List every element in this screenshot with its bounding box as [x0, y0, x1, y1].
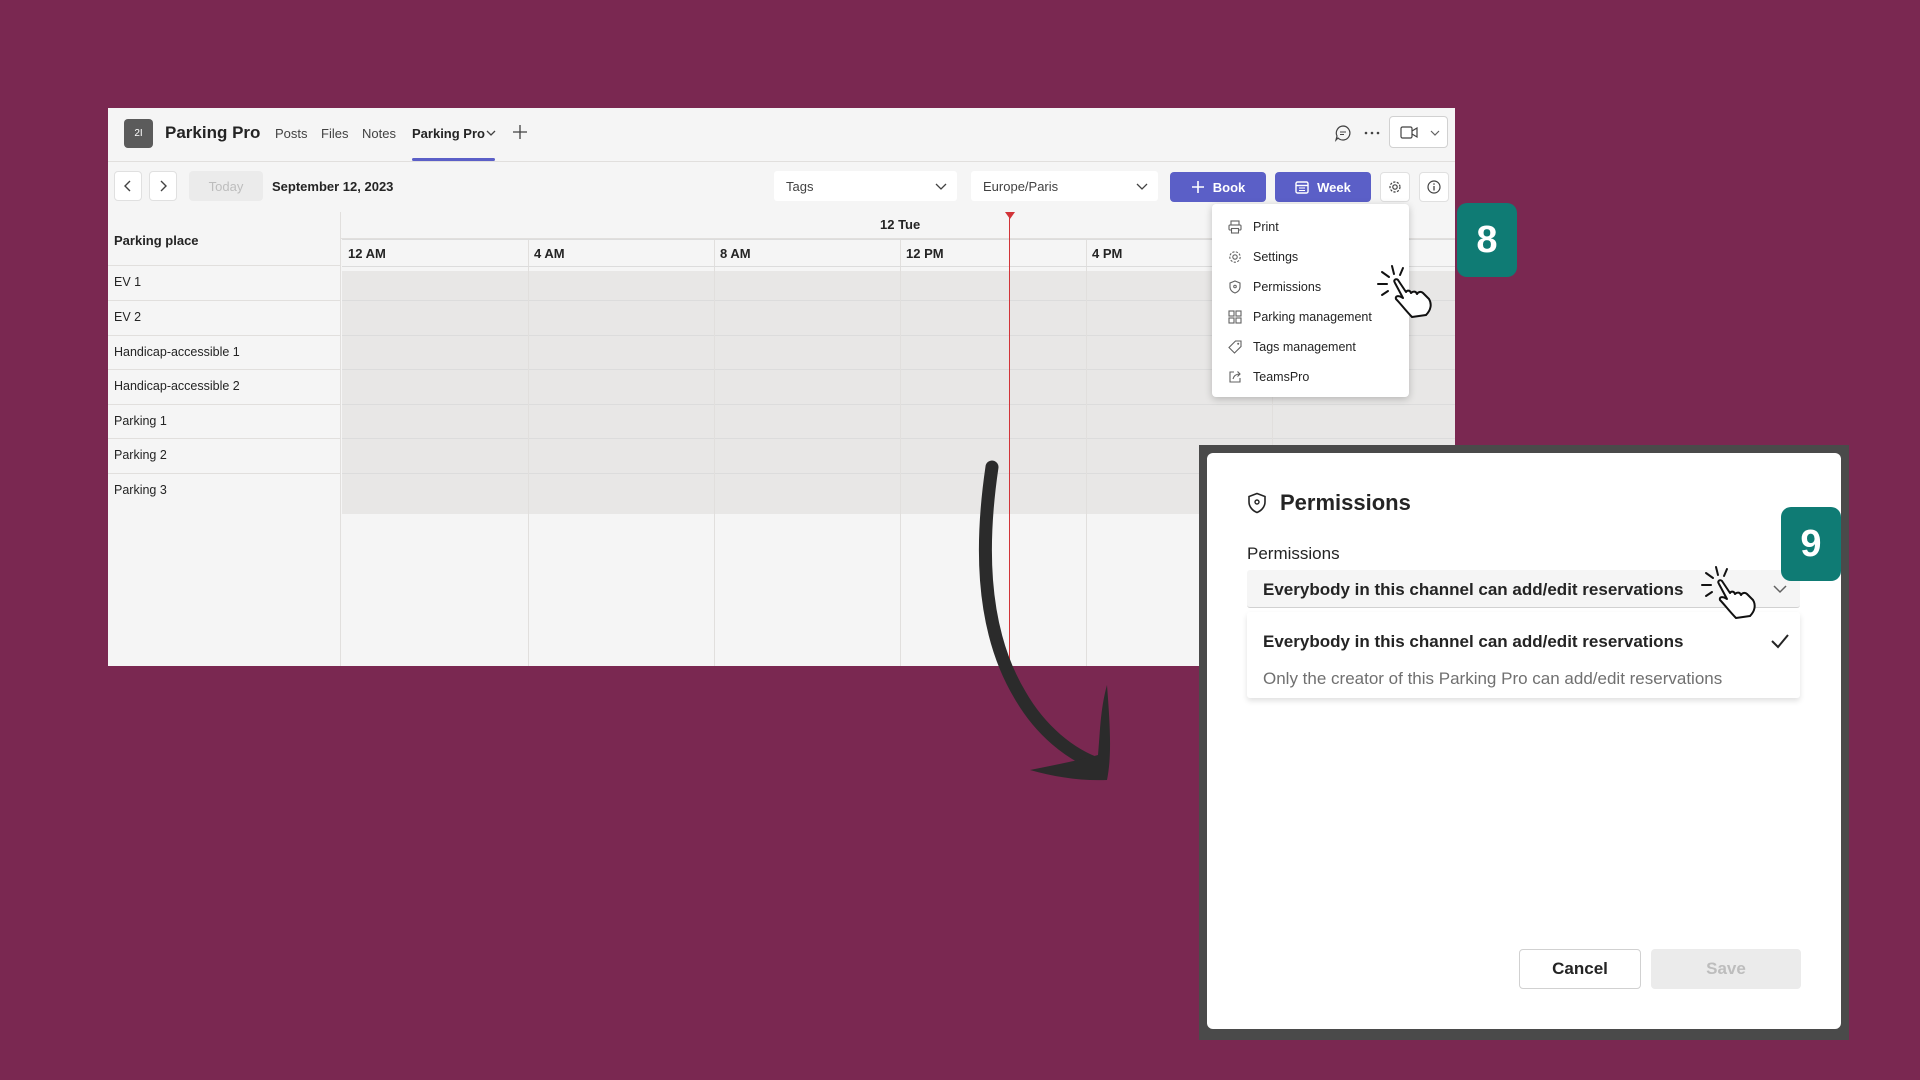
grid-icon	[1228, 310, 1242, 324]
cancel-button[interactable]: Cancel	[1519, 949, 1641, 989]
permissions-select-value: Everybody in this channel can add/edit r…	[1263, 580, 1684, 599]
menu-item-label: TeamsPro	[1253, 370, 1310, 384]
tab-parking-pro[interactable]: Parking Pro	[412, 126, 485, 141]
gear-icon	[1229, 251, 1241, 263]
row-label: EV 2	[114, 310, 142, 324]
step-badge-9: 9	[1781, 507, 1841, 581]
step-badge-8: 8	[1457, 203, 1517, 277]
permission-option-everybody[interactable]: Everybody in this channel can add/edit r…	[1263, 632, 1683, 652]
hour-label: 4 PM	[1092, 246, 1123, 261]
curved-arrow-icon	[978, 460, 1111, 781]
save-button[interactable]: Save	[1651, 949, 1801, 989]
active-tab-indicator	[412, 158, 495, 161]
add-tab-icon[interactable]	[510, 122, 530, 142]
menu-item-label: Tags management	[1253, 340, 1356, 354]
permission-option-creator-only[interactable]: Only the creator of this Parking Pro can…	[1263, 669, 1722, 689]
row-label: Parking 1	[114, 414, 167, 428]
info-button[interactable]	[1419, 172, 1449, 202]
row-label: EV 1	[114, 275, 142, 289]
row-divider	[108, 473, 341, 474]
hour-divider	[714, 239, 715, 666]
checkmark-icon	[1771, 634, 1789, 649]
next-button[interactable]	[149, 171, 177, 201]
row-divider	[108, 438, 341, 439]
settings-button[interactable]	[1380, 172, 1410, 202]
week-view-label: Week	[1317, 179, 1351, 195]
shield-icon	[1248, 492, 1266, 514]
current-date-label: September 12, 2023	[272, 179, 394, 194]
hour-label: 8 AM	[720, 246, 751, 261]
row-label: Handicap-accessible 1	[114, 345, 240, 359]
hour-label: 12 PM	[906, 246, 944, 261]
row-divider	[108, 300, 341, 301]
chevron-left-icon	[124, 180, 131, 192]
menu-item-teamspro[interactable]: TeamsPro	[1212, 362, 1409, 392]
row-label: Parking 3	[114, 483, 167, 497]
chevron-down-icon	[1136, 183, 1148, 190]
row-divider	[108, 369, 341, 370]
grid-row-line	[342, 404, 1455, 405]
hour-divider	[528, 239, 529, 666]
chevron-right-icon	[160, 180, 167, 192]
grid-row-line	[342, 438, 1455, 439]
hour-label: 12 AM	[348, 246, 386, 261]
teams-tab-bar	[108, 108, 1455, 162]
shield-icon	[1229, 280, 1241, 294]
today-button[interactable]: Today	[189, 171, 263, 201]
more-options-icon[interactable]	[1361, 122, 1383, 144]
row-label: Handicap-accessible 2	[114, 379, 240, 393]
hour-divider	[900, 239, 901, 666]
parking-place-header: Parking place	[108, 212, 341, 266]
plus-icon	[1191, 181, 1204, 193]
previous-button[interactable]	[114, 171, 142, 201]
menu-item-print[interactable]: Print	[1212, 212, 1409, 242]
tags-select[interactable]: Tags	[774, 171, 957, 201]
current-time-marker	[1005, 212, 1015, 219]
printer-icon	[1228, 220, 1242, 234]
click-hand-cursor-icon	[1377, 265, 1432, 318]
week-view-button[interactable]: Week	[1275, 172, 1371, 202]
tags-select-placeholder: Tags	[786, 178, 814, 194]
tab-notes[interactable]: Notes	[362, 126, 396, 141]
menu-item-tags-management[interactable]: Tags management	[1212, 332, 1409, 362]
video-camera-icon	[1400, 126, 1418, 139]
tab-posts[interactable]: Posts	[275, 126, 308, 141]
menu-item-label: Permissions	[1253, 280, 1322, 294]
chevron-down-icon[interactable]	[1430, 129, 1440, 137]
tab-files[interactable]: Files	[321, 126, 348, 141]
permissions-field-label: Permissions	[1247, 544, 1340, 563]
chevron-down-icon[interactable]	[486, 128, 496, 138]
click-hand-cursor-icon	[1701, 566, 1756, 619]
book-button[interactable]: Book	[1170, 172, 1266, 202]
team-avatar[interactable]: 2I	[124, 119, 153, 148]
row-divider	[108, 335, 341, 336]
permissions-dialog: Permissions Permissions Everybody in thi…	[1207, 453, 1841, 1029]
parking-place-column: Parking place	[108, 212, 341, 666]
share-icon	[1229, 371, 1241, 383]
row-label: Parking 2	[114, 448, 167, 462]
row-divider	[108, 404, 341, 405]
timezone-select-value: Europe/Paris	[983, 178, 1059, 194]
meet-now-button[interactable]	[1389, 116, 1448, 148]
tag-icon	[1228, 340, 1242, 354]
menu-item-label: Parking management	[1253, 310, 1372, 324]
chevron-down-icon	[935, 183, 947, 190]
timezone-select[interactable]: Europe/Paris	[971, 171, 1158, 201]
gear-icon	[1389, 181, 1401, 193]
chevron-down-icon	[1773, 585, 1787, 594]
app-title: Parking Pro	[165, 123, 261, 142]
menu-item-label: Settings	[1253, 250, 1299, 264]
hour-label: 4 AM	[534, 246, 565, 261]
calendar-icon	[1295, 181, 1309, 194]
book-button-label: Book	[1212, 179, 1246, 195]
info-icon	[1427, 180, 1441, 194]
dialog-title: Permissions	[1280, 490, 1411, 515]
day-label: 12 Tue	[880, 217, 921, 232]
chat-icon[interactable]	[1332, 122, 1354, 144]
menu-item-label: Print	[1253, 220, 1279, 234]
